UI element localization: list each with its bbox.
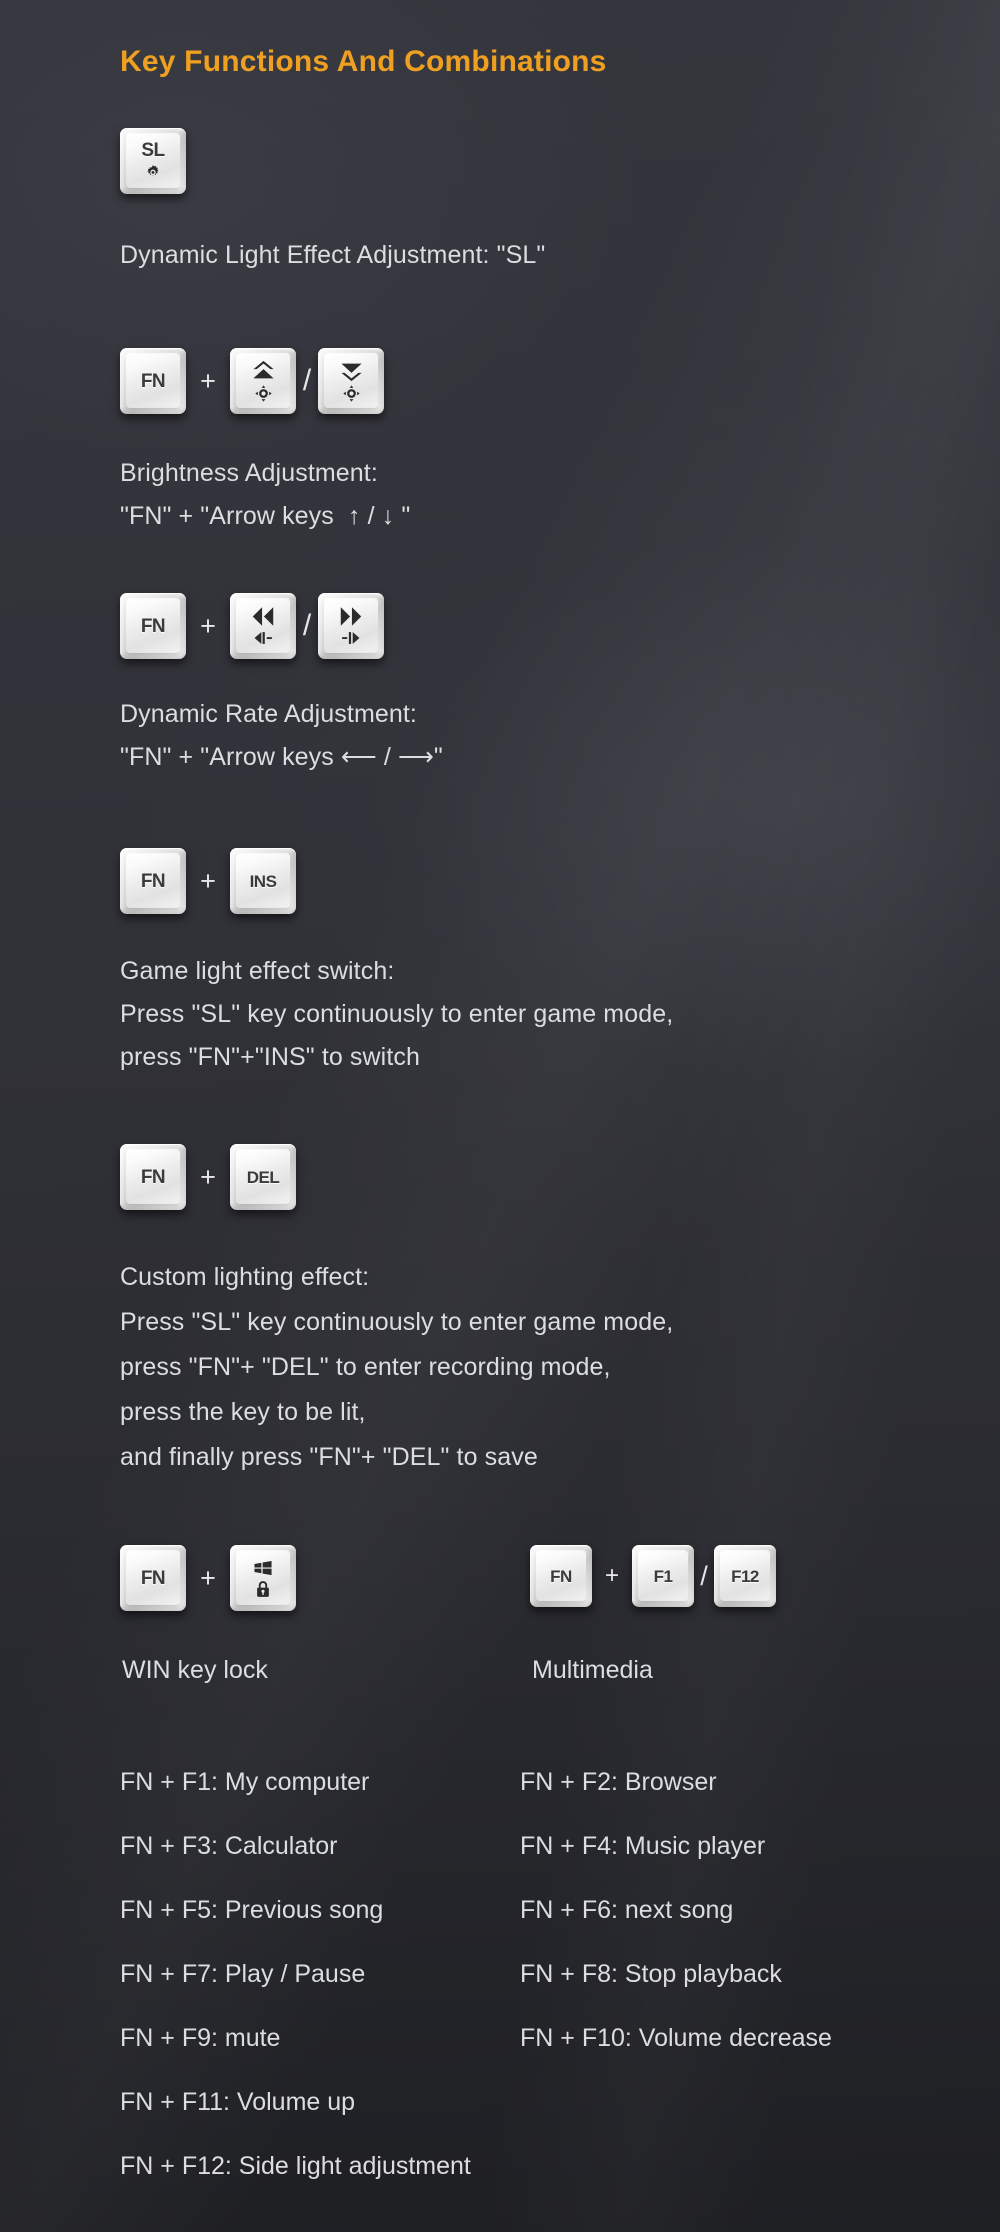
slash-separator: / bbox=[302, 609, 312, 642]
speed-up-icon bbox=[340, 630, 362, 646]
section-brightness-adjustment: FN + / bbox=[120, 348, 384, 414]
poster-root: Key Functions And Combinations SL Dynami… bbox=[0, 0, 1000, 2232]
fn-shortcut-row: FN + F9: mute FN + F10: Volume decrease bbox=[120, 2006, 980, 2070]
fn-key-legend: FN bbox=[140, 1166, 166, 1188]
section-game-light-effect-switch: FN + INS bbox=[120, 848, 296, 914]
section-dynamic-rate-adjustment: FN + / bbox=[120, 593, 384, 659]
win-lock-key[interactable] bbox=[230, 1545, 296, 1611]
game-light-effect-line2: Press "SL" key continuously to enter gam… bbox=[120, 1000, 674, 1028]
brightness-adjustment-line2: "FN" + "Arrow keys ↑ / ↓ " bbox=[120, 502, 411, 530]
section-custom-lighting-effect: FN + DEL bbox=[120, 1144, 296, 1210]
fn-shortcut-f3: FN + F3: Calculator bbox=[120, 1831, 338, 1860]
arrow-up-key[interactable] bbox=[230, 348, 296, 414]
fn-key-legend: FN bbox=[140, 615, 166, 637]
ins-key-legend: INS bbox=[249, 871, 277, 891]
fn-shortcut-list: FN + F1: My computer FN + F2: Browser FN… bbox=[120, 1750, 980, 2198]
double-chevron-right-icon bbox=[338, 606, 364, 627]
del-key[interactable]: DEL bbox=[230, 1144, 296, 1210]
arrow-right-key[interactable] bbox=[318, 593, 384, 659]
fn-shortcut-f6: FN + F6: next song bbox=[520, 1895, 734, 1924]
key-combination-row: FN + bbox=[120, 1545, 296, 1611]
game-light-effect-line3: press "FN"+"INS" to switch bbox=[120, 1043, 420, 1071]
double-chevron-down-icon bbox=[339, 360, 364, 382]
fn-key[interactable]: FN bbox=[120, 348, 186, 414]
fn-shortcut-f8: FN + F8: Stop playback bbox=[520, 1959, 782, 1988]
plus-sign: + bbox=[200, 365, 216, 396]
plus-sign: + bbox=[200, 1562, 216, 1593]
fn-shortcut-row: FN + F1: My computer FN + F2: Browser bbox=[120, 1750, 980, 1814]
key-combination-row: FN + bbox=[120, 348, 384, 414]
plus-sign: + bbox=[604, 1562, 619, 1589]
win-key-lock-caption: WIN key lock bbox=[122, 1656, 268, 1684]
fn-key[interactable]: FN bbox=[120, 593, 186, 659]
fn-shortcut-f12: FN + F12: Side light adjustment bbox=[120, 2151, 471, 2180]
custom-lighting-line1: Custom lighting effect: bbox=[120, 1263, 370, 1291]
dynamic-rate-adjustment-line1: Dynamic Rate Adjustment: bbox=[120, 700, 417, 728]
brightness-up-icon bbox=[254, 385, 272, 402]
arrow-down-key[interactable] bbox=[318, 348, 384, 414]
multimedia-caption: Multimedia bbox=[532, 1656, 653, 1684]
fn-shortcut-f7: FN + F7: Play / Pause bbox=[120, 1959, 366, 1988]
brightness-adjustment-line1: Brightness Adjustment: bbox=[120, 459, 378, 487]
fn-key[interactable]: FN bbox=[120, 848, 186, 914]
fn-shortcut-row: FN + F11: Volume up bbox=[120, 2070, 980, 2134]
fn-key-legend: FN bbox=[140, 870, 166, 892]
key-combination-row: SL bbox=[120, 128, 186, 194]
section-dynamic-light-effect: SL bbox=[120, 128, 186, 194]
windows-logo-icon bbox=[253, 1559, 273, 1577]
fn-key[interactable]: FN bbox=[120, 1545, 186, 1611]
arrow-left-key[interactable] bbox=[230, 593, 296, 659]
f12-key[interactable]: F12 bbox=[714, 1545, 776, 1607]
fn-shortcut-f5: FN + F5: Previous song bbox=[120, 1895, 384, 1924]
speed-down-icon bbox=[252, 630, 274, 646]
del-key-legend: DEL bbox=[246, 1167, 280, 1187]
ins-key[interactable]: INS bbox=[230, 848, 296, 914]
fn-shortcut-row: FN + F3: Calculator FN + F4: Music playe… bbox=[120, 1814, 980, 1878]
brightness-down-icon bbox=[342, 385, 360, 402]
fn-key-legend: FN bbox=[550, 1566, 572, 1586]
fn-shortcut-f11: FN + F11: Volume up bbox=[120, 2087, 356, 2116]
f12-key-legend: F12 bbox=[731, 1566, 759, 1586]
double-chevron-up-icon bbox=[251, 360, 276, 382]
key-combination-row: FN + bbox=[120, 593, 384, 659]
custom-lighting-line4: press the key to be lit, bbox=[120, 1398, 366, 1426]
dynamic-light-effect-description: Dynamic Light Effect Adjustment: "SL" bbox=[120, 241, 546, 269]
lock-icon bbox=[255, 1580, 271, 1598]
plus-sign: + bbox=[200, 610, 216, 641]
double-chevron-left-icon bbox=[250, 606, 276, 627]
key-combination-row: FN + INS bbox=[120, 848, 296, 914]
fn-shortcut-f1: FN + F1: My computer bbox=[120, 1767, 370, 1796]
fn-shortcut-f9: FN + F9: mute bbox=[120, 2023, 281, 2052]
key-combination-row: FN + DEL bbox=[120, 1144, 296, 1210]
sl-key-legend: SL bbox=[141, 140, 165, 161]
game-light-effect-line1: Game light effect switch: bbox=[120, 957, 395, 985]
plus-sign: + bbox=[200, 865, 216, 896]
plus-sign: + bbox=[200, 1161, 216, 1192]
f1-key[interactable]: F1 bbox=[632, 1545, 694, 1607]
sl-key[interactable]: SL bbox=[120, 128, 186, 194]
fn-key[interactable]: FN bbox=[120, 1144, 186, 1210]
fn-shortcut-f4: FN + F4: Music player bbox=[520, 1831, 766, 1860]
key-combination-row: FN + F1 / F12 bbox=[530, 1545, 776, 1607]
fn-key-legend: FN bbox=[140, 370, 166, 392]
custom-lighting-line3: press "FN"+ "DEL" to enter recording mod… bbox=[120, 1353, 611, 1381]
fn-shortcut-f10: FN + F10: Volume decrease bbox=[520, 2023, 832, 2052]
fn-shortcut-row: FN + F7: Play / Pause FN + F8: Stop play… bbox=[120, 1942, 980, 2006]
slash-separator: / bbox=[302, 364, 312, 397]
f1-key-legend: F1 bbox=[653, 1566, 673, 1586]
page-title: Key Functions And Combinations bbox=[120, 45, 607, 78]
section-win-key-lock: FN + bbox=[120, 1545, 296, 1611]
fn-key[interactable]: FN bbox=[530, 1545, 592, 1607]
fn-shortcut-f2: FN + F2: Browser bbox=[520, 1767, 717, 1796]
fn-key-legend: FN bbox=[140, 1567, 166, 1589]
gear-icon bbox=[144, 163, 162, 181]
custom-lighting-line5: and finally press "FN"+ "DEL" to save bbox=[120, 1443, 538, 1471]
dynamic-rate-adjustment-line2: "FN" + "Arrow keys ⟵ / ⟶" bbox=[120, 743, 443, 771]
section-multimedia: FN + F1 / F12 bbox=[530, 1545, 776, 1607]
custom-lighting-line2: Press "SL" key continuously to enter gam… bbox=[120, 1308, 674, 1336]
fn-shortcut-row: FN + F12: Side light adjustment bbox=[120, 2134, 980, 2198]
fn-shortcut-row: FN + F5: Previous song FN + F6: next son… bbox=[120, 1878, 980, 1942]
slash-separator: / bbox=[700, 1560, 708, 1591]
